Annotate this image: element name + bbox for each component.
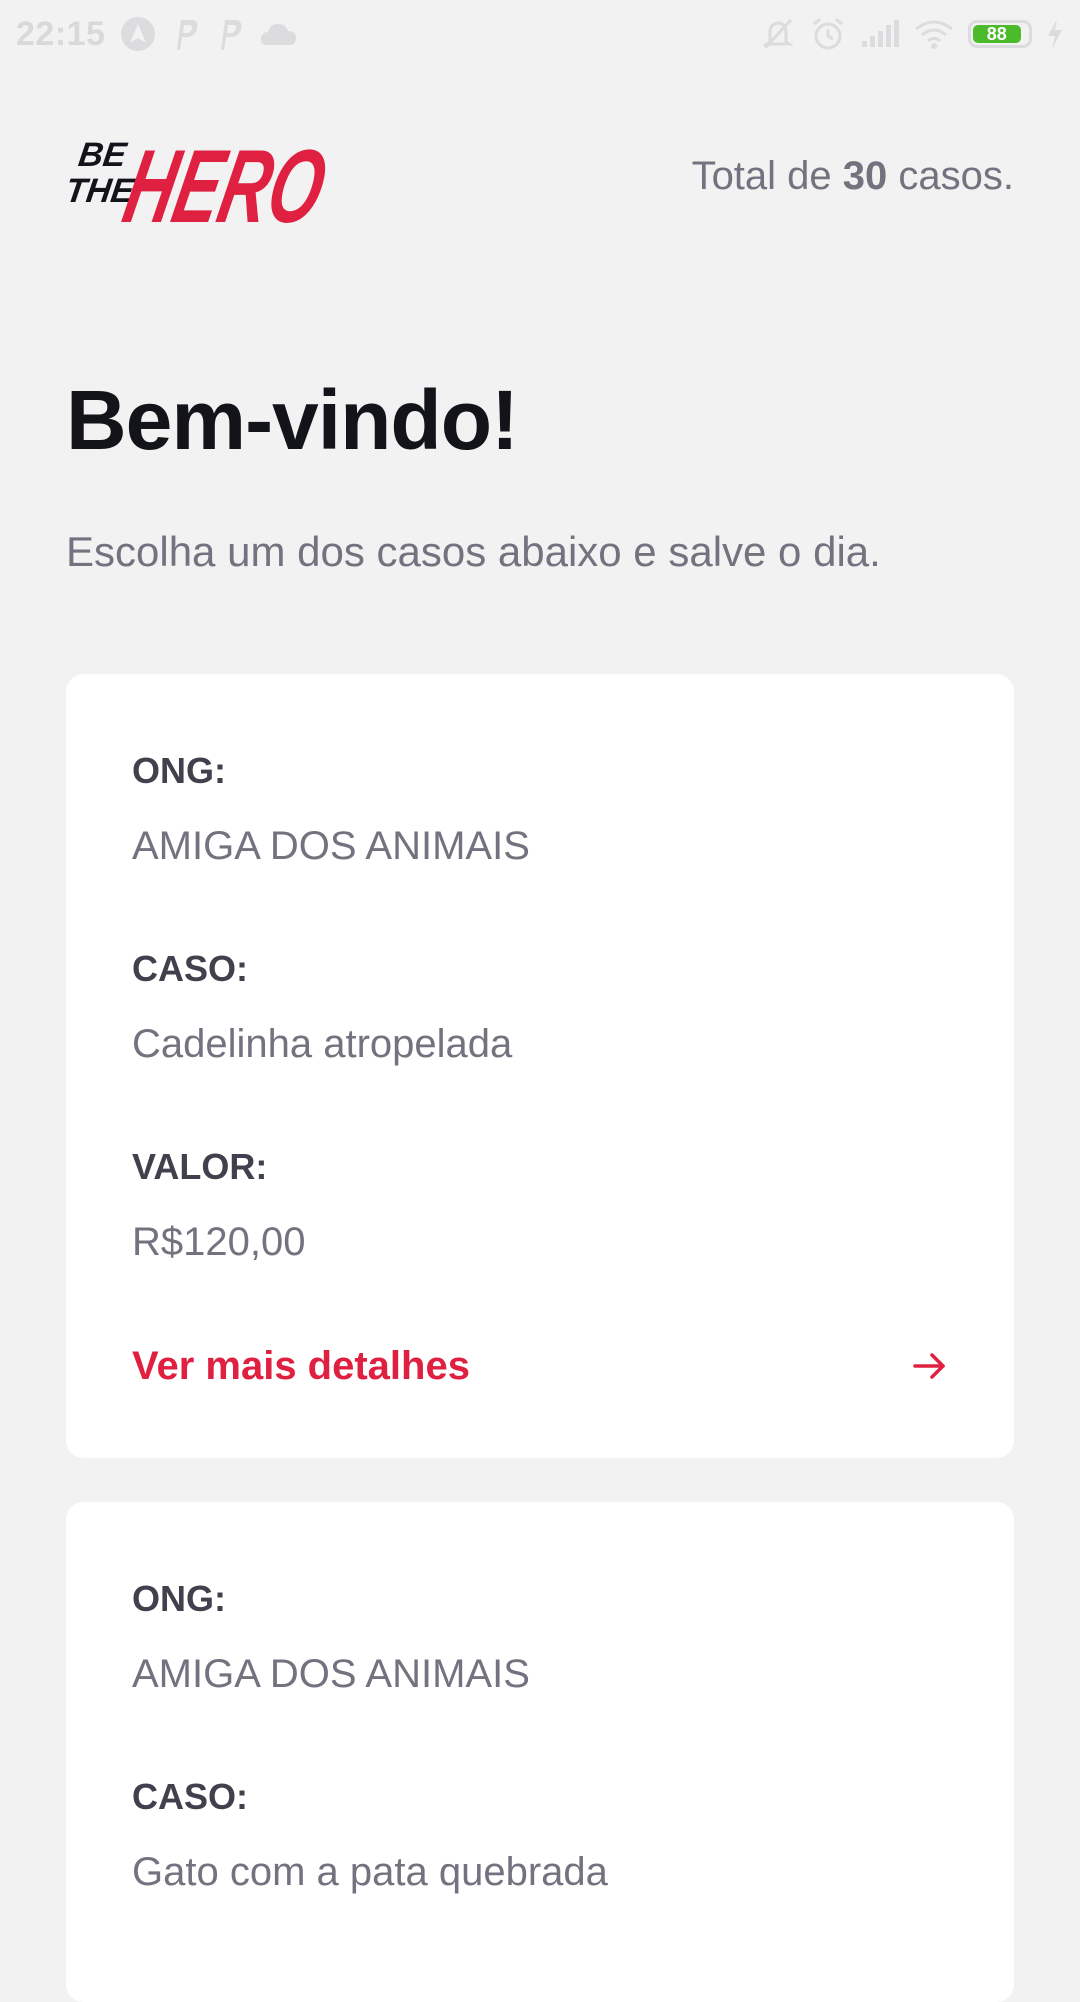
wifi-icon xyxy=(914,19,954,49)
total-prefix: Total de xyxy=(691,153,843,198)
arrow-right-icon xyxy=(912,1348,948,1384)
caso-label: CASO: xyxy=(132,948,248,989)
page-title: Bem-vindo! xyxy=(66,373,519,467)
total-count: 30 xyxy=(842,153,888,198)
caso-value: Gato com a pata quebrada xyxy=(132,1850,608,1894)
details-button-label: Ver mais detalhes xyxy=(132,1343,470,1388)
navigation-icon xyxy=(119,15,157,53)
ong-value: AMIGA DOS ANIMAIS xyxy=(132,1652,530,1696)
notifications-off-icon xyxy=(760,16,796,52)
battery-icon: 88 xyxy=(968,20,1032,48)
be-the-hero-logo: BE THE HERO xyxy=(63,118,336,245)
valor-label: VALOR: xyxy=(132,1146,268,1187)
valor-value: R$120,00 xyxy=(132,1220,306,1264)
signal-icon xyxy=(860,19,900,49)
charging-icon xyxy=(1046,18,1064,50)
caso-value: Cadelinha atropelada xyxy=(132,1022,513,1066)
alarm-icon xyxy=(810,16,846,52)
parking-icon xyxy=(171,16,201,52)
status-bar-right: 88 xyxy=(760,16,1064,52)
incident-card: ONG: AMIGA DOS ANIMAIS CASO: Cadelinha a… xyxy=(66,674,1014,1458)
ong-value: AMIGA DOS ANIMAIS xyxy=(132,824,530,868)
logo-text-hero: HERO xyxy=(115,129,328,234)
page-subtitle: Escolha um dos casos abaixo e salve o di… xyxy=(66,528,881,575)
ong-label: ONG: xyxy=(132,750,226,791)
status-bar: 22:15 88 xyxy=(0,0,1080,68)
cloud-icon xyxy=(259,21,297,47)
incident-card: ONG: AMIGA DOS ANIMAIS CASO: Gato com a … xyxy=(66,1502,1014,2002)
parking-icon xyxy=(215,16,245,52)
total-cases-text: Total de 30 casos. xyxy=(692,154,1014,199)
status-time: 22:15 xyxy=(16,14,106,53)
status-bar-left: 22:15 xyxy=(16,15,297,54)
ong-label: ONG: xyxy=(132,1578,226,1619)
caso-label: CASO: xyxy=(132,1776,248,1817)
header: BE THE HERO Total de 30 casos. xyxy=(63,118,1014,245)
logo-text-be: BE xyxy=(76,136,130,174)
battery-level: 88 xyxy=(973,24,1021,44)
total-suffix: casos. xyxy=(887,153,1014,198)
details-button[interactable]: Ver mais detalhes xyxy=(132,1338,948,1394)
